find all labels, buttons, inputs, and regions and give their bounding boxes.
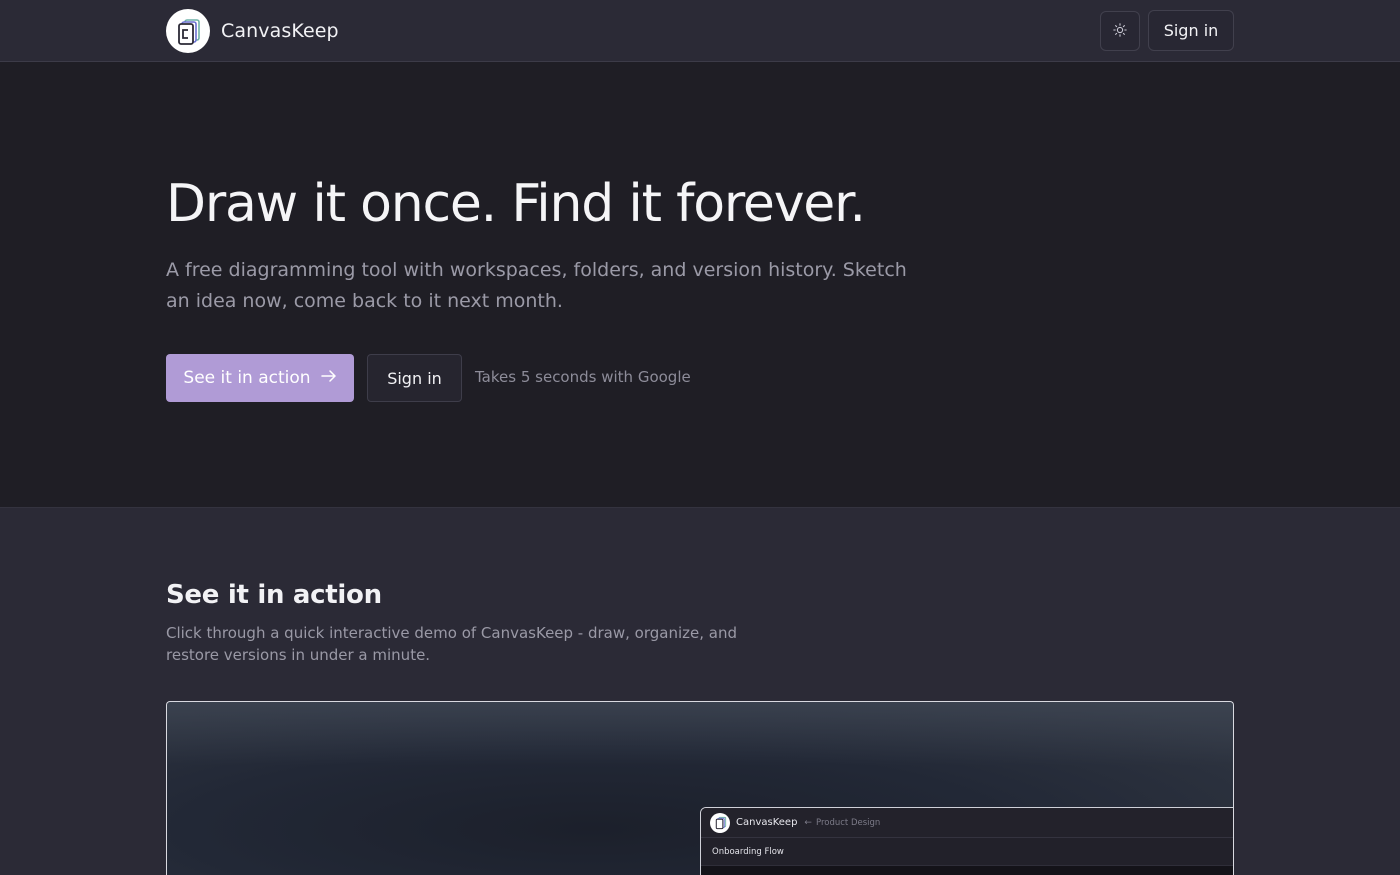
sun-icon: [1113, 22, 1127, 41]
demo-description: Click through a quick interactive demo o…: [166, 624, 738, 664]
see-it-in-action-button[interactable]: See it in action: [166, 354, 354, 402]
cta-primary-label: See it in action: [183, 368, 311, 388]
brand-link[interactable]: CanvasKeep: [166, 9, 339, 53]
demo-document-title: Onboarding Flow: [701, 838, 1233, 866]
theme-toggle-button[interactable]: [1100, 11, 1140, 51]
layered-pages-icon: [710, 812, 730, 833]
demo-section: See it in action Click through a quick i…: [0, 508, 1400, 875]
layered-pages-icon: [166, 9, 210, 53]
hero-sign-in-button[interactable]: Sign in: [367, 354, 462, 402]
brand-name: CanvasKeep: [221, 20, 339, 42]
demo-brand-name: CanvasKeep: [736, 817, 798, 828]
demo-app-preview[interactable]: CanvasKeep ← Product Design Onboarding F…: [700, 807, 1233, 875]
header-sign-in-button[interactable]: Sign in: [1148, 10, 1234, 51]
demo-title: See it in action: [166, 580, 382, 610]
hero-title: Draw it once. Find it forever.: [166, 174, 866, 234]
hero-section: Draw it once. Find it forever. A free di…: [0, 62, 1400, 508]
arrow-right-icon: [320, 368, 337, 388]
google-signin-note: Takes 5 seconds with Google: [475, 368, 691, 386]
demo-canvas[interactable]: [701, 866, 1233, 875]
interactive-demo-frame[interactable]: CanvasKeep ← Product Design Onboarding F…: [166, 701, 1234, 875]
back-arrow-icon[interactable]: ←: [804, 818, 812, 828]
hero-subtitle: A free diagramming tool with workspaces,…: [166, 259, 907, 312]
demo-breadcrumb[interactable]: Product Design: [816, 818, 880, 828]
top-navbar: CanvasKeep Sign in: [0, 0, 1400, 62]
demo-app-header: CanvasKeep ← Product Design: [701, 808, 1233, 838]
